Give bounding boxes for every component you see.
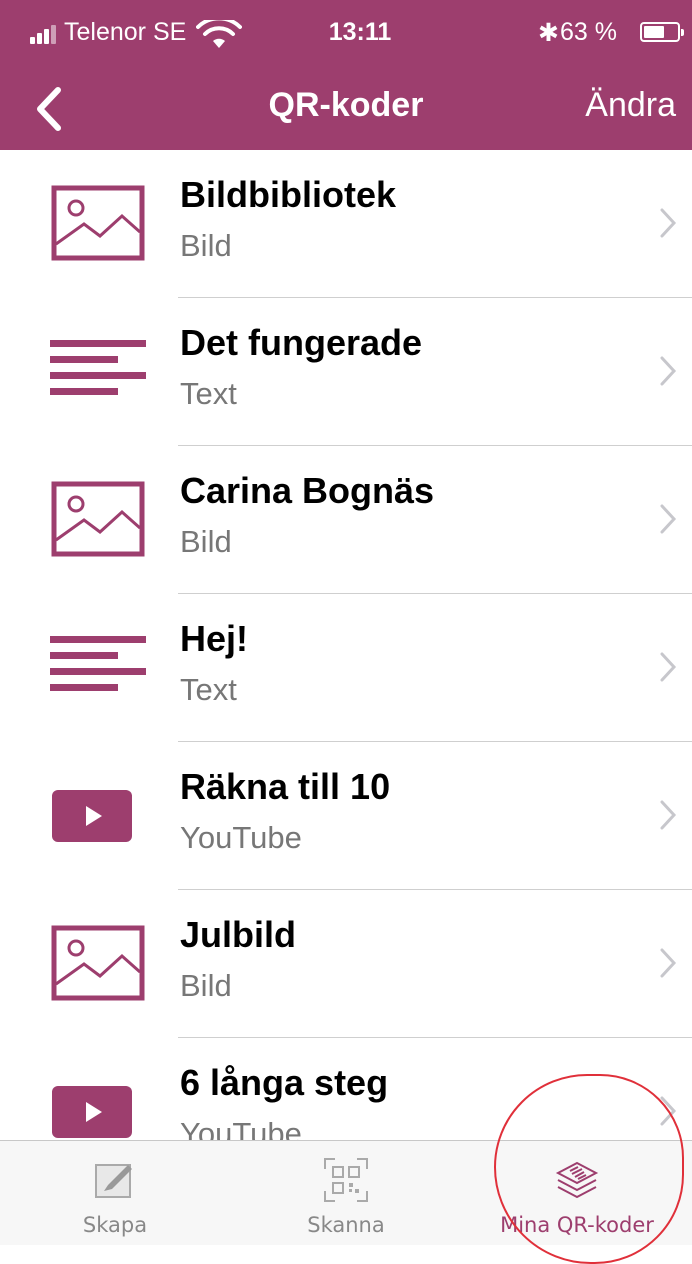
tab-label: Skapa: [82, 1213, 148, 1237]
list-item[interactable]: 6 långa steg YouTube: [0, 1038, 692, 1140]
tab-mina-qr-koder[interactable]: Mina QR-koder: [462, 1141, 692, 1245]
qr-code-list: Bildbibliotek Bild Det fungerade Text Carina…: [0, 150, 692, 1140]
item-title: Det fungerade: [180, 322, 423, 363]
layers-icon: [555, 1161, 599, 1199]
list-item[interactable]: Julbild Bild: [0, 890, 692, 1038]
clock: 13:11: [328, 18, 392, 46]
image-icon: [50, 480, 146, 558]
chevron-right-icon: [660, 652, 677, 682]
item-title: Hej!: [180, 618, 249, 659]
chevron-right-icon: [660, 948, 677, 978]
item-type: Bild: [180, 228, 232, 263]
youtube-icon: [50, 1072, 146, 1140]
chevron-right-icon: [660, 356, 677, 386]
tab-skanna[interactable]: Skanna: [231, 1141, 461, 1245]
tab-bar: Skapa Skanna Mina QR-koder: [0, 1140, 692, 1245]
chevron-right-icon: [660, 504, 677, 534]
item-title: Räkna till 10: [180, 766, 391, 807]
create-icon: [95, 1164, 132, 1198]
item-type: YouTube: [180, 820, 302, 855]
text-icon: [50, 332, 146, 410]
youtube-icon: [50, 776, 146, 854]
text-icon: [50, 628, 146, 706]
scan-qr-icon: [324, 1158, 368, 1202]
status-bar: Telenor SE 13:11 ✱ 63 %: [0, 0, 692, 66]
item-title: Julbild: [180, 914, 296, 955]
image-icon: [50, 924, 146, 1002]
list-item[interactable]: Carina Bognäs Bild: [0, 446, 692, 594]
edit-button[interactable]: Ändra: [585, 86, 676, 125]
navigation-bar: QR-koder Ändra: [0, 66, 692, 150]
chevron-right-icon: [660, 1096, 677, 1126]
battery-icon: [640, 22, 684, 42]
list-item[interactable]: Hej! Text: [0, 594, 692, 742]
list-item[interactable]: Räkna till 10 YouTube: [0, 742, 692, 890]
tab-label: Mina QR-koder: [500, 1213, 654, 1237]
image-icon: [50, 184, 146, 262]
item-type: Text: [180, 672, 237, 707]
carrier-name: Telenor SE: [64, 18, 187, 46]
tab-skapa[interactable]: Skapa: [0, 1141, 230, 1245]
item-type: Bild: [180, 968, 232, 1003]
tab-label: Skanna: [307, 1213, 385, 1237]
list-item[interactable]: Det fungerade Text: [0, 298, 692, 446]
chevron-right-icon: [660, 208, 677, 238]
list-item[interactable]: Bildbibliotek Bild: [0, 150, 692, 298]
item-type: Bild: [180, 524, 232, 559]
wifi-icon: [196, 20, 242, 48]
item-type: Text: [180, 376, 237, 411]
item-title: 6 långa steg: [180, 1062, 389, 1103]
item-type: YouTube: [180, 1116, 302, 1140]
top-bar: Telenor SE 13:11 ✱ 63 % QR-koder Ändra: [0, 0, 692, 150]
chevron-right-icon: [660, 800, 677, 830]
item-title: Carina Bognäs: [180, 470, 435, 511]
bluetooth-icon: ✱: [538, 19, 559, 47]
battery-percentage: 63 %: [560, 18, 617, 46]
item-title: Bildbibliotek: [180, 174, 396, 215]
